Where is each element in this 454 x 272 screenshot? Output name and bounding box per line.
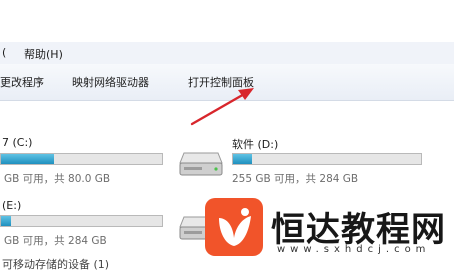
watermark-logo [205, 198, 263, 256]
site-watermark: 恒达教程网 www.sxhdcj.com [205, 198, 454, 264]
removable-storage-heading: 可移动存储的设备 (1) [2, 258, 110, 271]
watermark-url: www.sxhdcj.com [277, 244, 431, 255]
leaf-icon [219, 208, 251, 246]
